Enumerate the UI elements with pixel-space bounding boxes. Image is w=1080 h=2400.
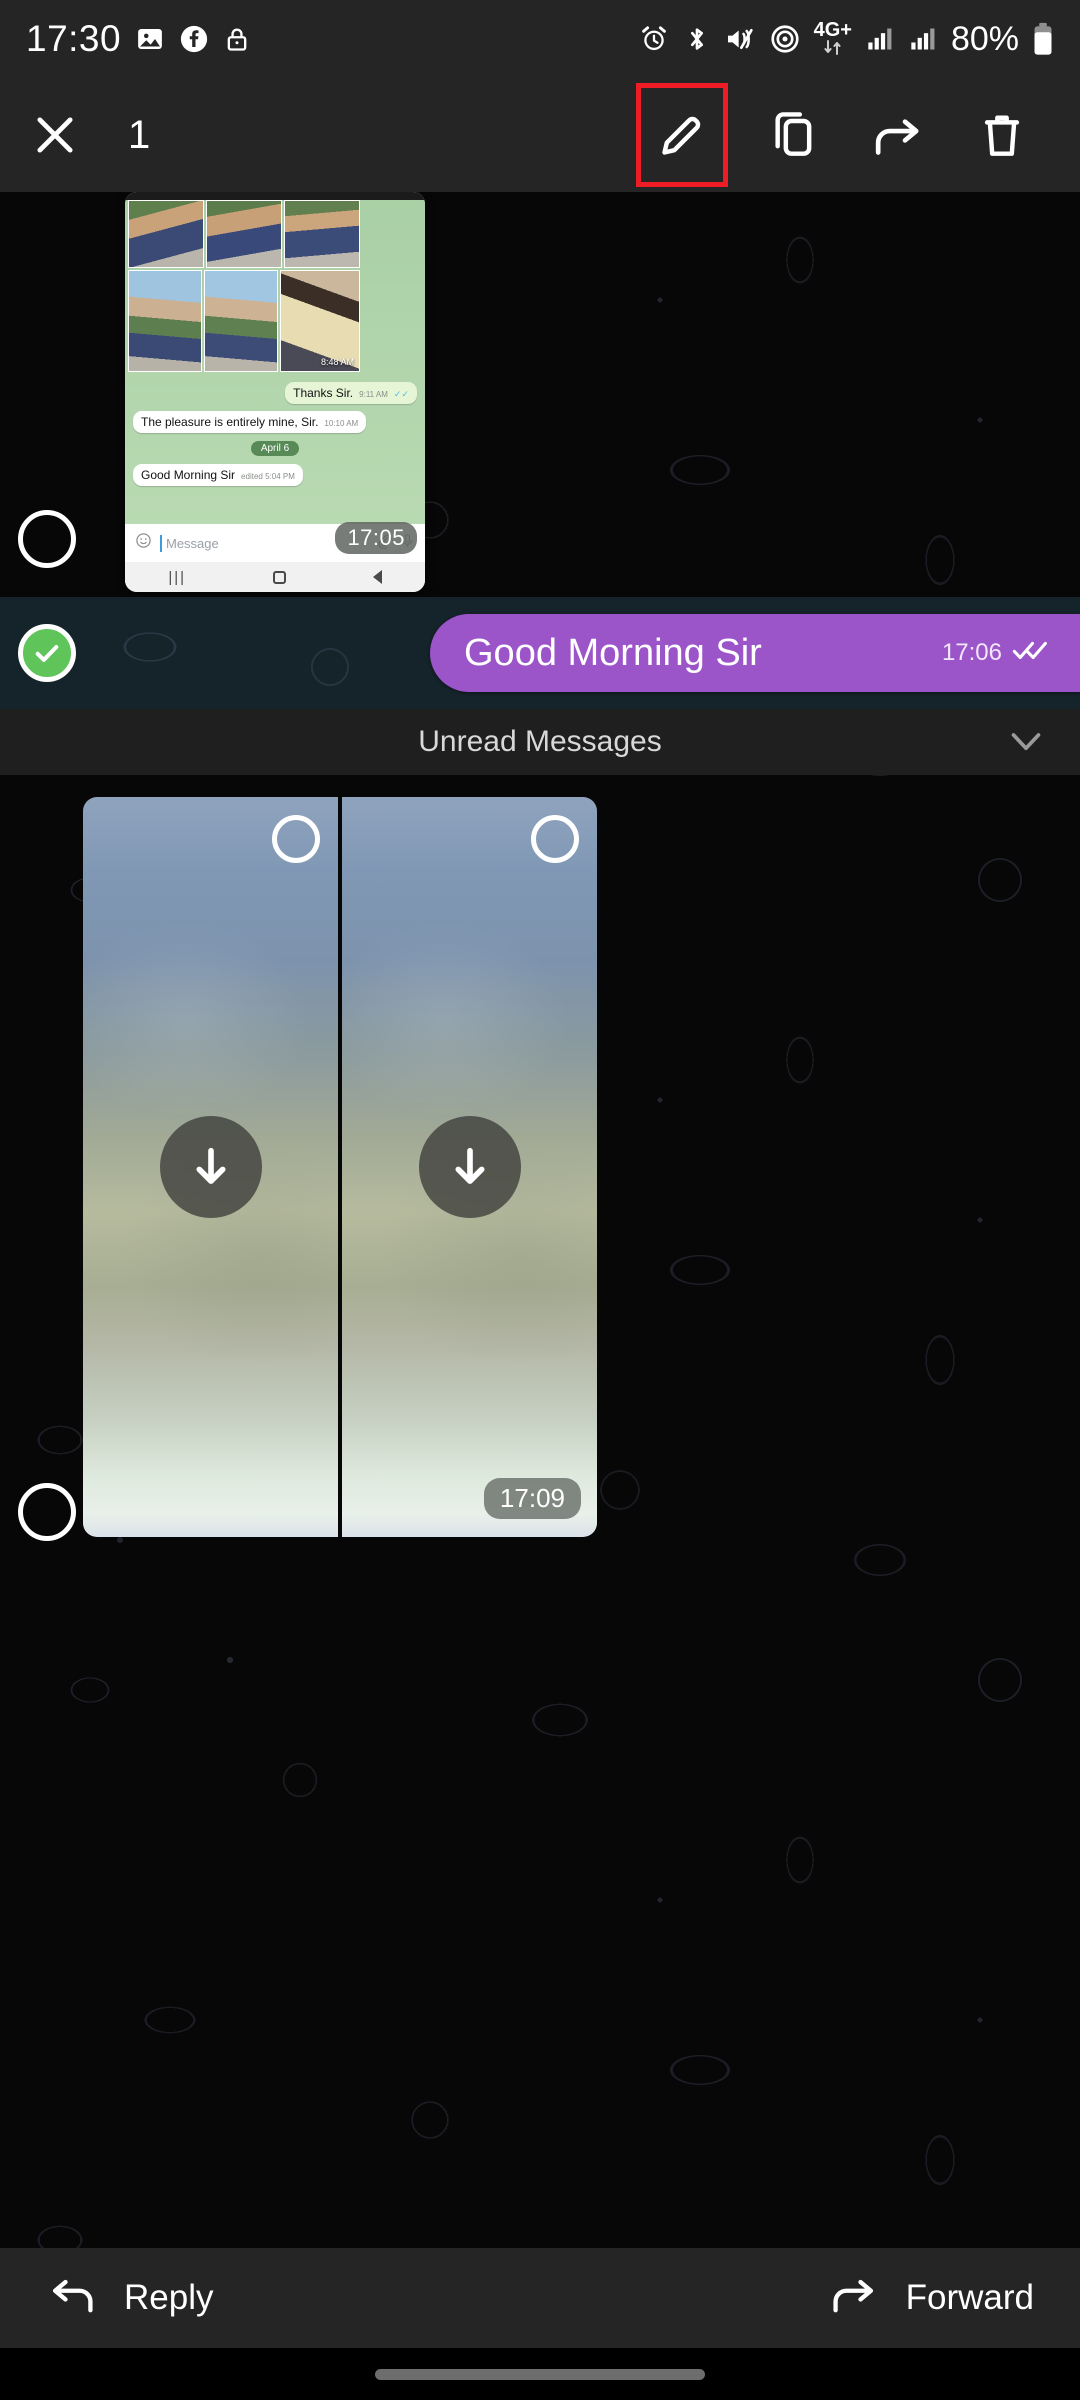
message-row-shared-screenshot[interactable]: 8:48 AM Thanks Sir. 9:11 AM ✓✓ The pleas…	[0, 192, 1080, 597]
mute-icon	[724, 23, 756, 55]
gesture-navigation-bar[interactable]	[0, 2348, 1080, 2400]
screenshot-day-divider: April 6	[250, 441, 300, 456]
selected-message-text: Good Morning Sir	[464, 631, 762, 674]
signal-bars-icon-1	[865, 25, 895, 53]
screenshot-messages: Thanks Sir. 9:11 AM ✓✓ The pleasure is e…	[125, 382, 425, 493]
unread-messages-divider[interactable]: Unread Messages	[0, 709, 1080, 775]
gesture-pill[interactable]	[375, 2368, 705, 2380]
reply-label: Reply	[124, 2278, 214, 2317]
network-type-label: 4G+	[813, 19, 852, 41]
selection-toolbar: 1	[0, 78, 1080, 192]
screenshot-bubble-incoming: The pleasure is entirely mine, Sir. 10:1…	[133, 411, 367, 433]
forward-button[interactable]	[850, 87, 946, 183]
lock-icon	[223, 24, 251, 54]
shared-screenshot-thumbnail[interactable]: 8:48 AM Thanks Sir. 9:11 AM ✓✓ The pleas…	[125, 192, 425, 592]
screenshot-message-row: Good Morning Sir edited 5:04 PM	[133, 464, 417, 486]
selection-count-label: 1	[128, 112, 151, 157]
forward-label: Forward	[905, 2278, 1034, 2317]
chevron-down-icon[interactable]	[1006, 728, 1046, 756]
read-receipt-icon	[1012, 637, 1052, 670]
back-icon	[372, 570, 382, 584]
forward-arrow-icon	[828, 2268, 880, 2329]
media-checkbox-1[interactable]	[272, 815, 320, 863]
screenshot-statusbar-strip	[125, 192, 425, 200]
delete-button[interactable]	[954, 87, 1050, 183]
download-icon-2[interactable]	[418, 1116, 521, 1218]
photos-icon	[135, 24, 165, 54]
photo-thumb	[128, 200, 204, 268]
hotspot-icon	[769, 23, 801, 55]
selected-message-meta: 17:06	[942, 637, 1052, 670]
facebook-icon	[179, 24, 209, 54]
media-thumbnail-2[interactable]: 17:09	[342, 797, 597, 1537]
phone-screen: 17:30 4G+ 80% 1 8:48 AM Thanks Sir. 9:11…	[0, 0, 1080, 2400]
media-checkbox-2[interactable]	[531, 815, 579, 863]
screenshot-photo-grid: 8:48 AM	[128, 200, 360, 374]
home-icon	[272, 570, 286, 584]
media-attachment-group: 17:09	[83, 797, 597, 1537]
bottom-action-bar: Reply Forward	[0, 2248, 1080, 2348]
recents-icon: |||	[168, 568, 187, 586]
status-clock: 17:30	[26, 18, 122, 59]
screenshot-bubble-text: The pleasure is entirely mine, Sir.	[141, 415, 319, 429]
selected-message-time: 17:06	[941, 639, 1002, 666]
status-bar-left: 17:30	[26, 18, 251, 60]
selection-circle-media[interactable]	[18, 1483, 76, 1541]
status-bar-right: 4G+ 80%	[638, 20, 1054, 59]
message-row-media[interactable]: 17:09	[0, 775, 1080, 1541]
toolbar-actions	[636, 83, 1080, 187]
network-4gplus-icon: 4G+	[813, 19, 852, 56]
alarm-icon	[638, 23, 670, 55]
screenshot-bubble-incoming: Good Morning Sir edited 5:04 PM	[133, 464, 303, 486]
chat-message-list[interactable]: 8:48 AM Thanks Sir. 9:11 AM ✓✓ The pleas…	[0, 192, 1080, 2248]
unread-messages-label: Unread Messages	[418, 725, 662, 758]
status-bar: 17:30 4G+ 80%	[0, 0, 1080, 78]
photo-grid-row	[128, 200, 360, 268]
photo-thumb	[206, 200, 282, 268]
screenshot-bubble-time: 9:11 AM	[359, 390, 388, 399]
copy-button[interactable]	[746, 87, 842, 183]
screenshot-bubble-time: 10:10 AM	[324, 419, 359, 428]
selection-circle-checked[interactable]	[18, 624, 76, 682]
edit-button[interactable]	[636, 83, 728, 187]
media-message-time: 17:09	[483, 1478, 581, 1519]
photo-grid-time: 8:48 AM	[320, 357, 354, 367]
photo-thumb: 8:48 AM	[280, 270, 360, 372]
close-selection-button[interactable]	[0, 109, 110, 161]
screenshot-bubble-text: Thanks Sir.	[293, 386, 354, 400]
screenshot-bubble-outgoing: Thanks Sir. 9:11 AM ✓✓	[285, 382, 417, 404]
photo-thumb	[128, 270, 202, 372]
reply-arrow-icon	[46, 2268, 98, 2329]
media-thumbnail-1[interactable]	[83, 797, 338, 1537]
screenshot-message-row: Thanks Sir. 9:11 AM ✓✓	[133, 382, 417, 404]
reply-button[interactable]: Reply	[46, 2268, 213, 2329]
message-row-selected[interactable]: Good Morning Sir 17:06	[0, 597, 1080, 709]
screenshot-bubble-text: Good Morning Sir	[141, 468, 236, 482]
photo-thumb	[204, 270, 278, 372]
battery-percent-label: 80%	[950, 19, 1019, 58]
shared-screenshot-time: 17:05	[335, 522, 417, 554]
bluetooth-icon	[683, 23, 711, 55]
battery-icon	[1032, 22, 1054, 56]
signal-bars-icon-2	[908, 25, 938, 53]
selection-circle-screenshot[interactable]	[18, 510, 76, 568]
screenshot-bubble-time: edited 5:04 PM	[241, 472, 295, 481]
download-icon-1[interactable]	[159, 1116, 262, 1218]
screenshot-android-navbar: |||	[125, 562, 425, 592]
selected-message-bubble[interactable]: Good Morning Sir 17:06	[430, 614, 1080, 692]
photo-grid-row: 8:48 AM	[128, 270, 360, 372]
forward-action-button[interactable]: Forward	[828, 2268, 1034, 2329]
read-receipt-icon: ✓✓	[393, 389, 409, 399]
photo-thumb	[284, 200, 360, 268]
emoji-icon	[135, 532, 152, 554]
screenshot-message-row: The pleasure is entirely mine, Sir. 10:1…	[133, 411, 417, 433]
